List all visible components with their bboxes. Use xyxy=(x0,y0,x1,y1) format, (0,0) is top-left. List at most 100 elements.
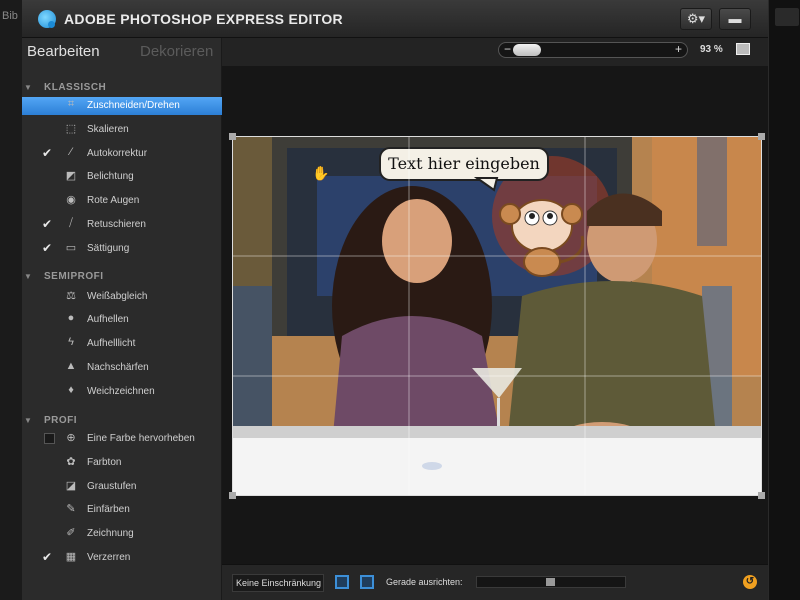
rotate-left-icon[interactable] xyxy=(335,575,349,589)
chevron-down-icon: ▼ xyxy=(24,83,33,92)
photoshop-express-logo-icon xyxy=(38,10,56,28)
sidebar-item-label: Aufhelllicht xyxy=(87,338,136,349)
sidebar-item-label: Sättigung xyxy=(87,243,130,254)
lightning-icon: ϟ xyxy=(68,336,74,348)
sidebar-item-skalieren[interactable]: ⬚ Skalieren xyxy=(22,121,222,139)
background-window-strip: Bib xyxy=(0,0,22,600)
speech-bubble-text: Text hier eingeben xyxy=(388,154,540,173)
checkmark-icon: ✔ xyxy=(42,217,53,231)
section-klassisch[interactable]: ▼ KLASSISCH xyxy=(24,82,107,93)
crop-handle[interactable] xyxy=(758,492,765,499)
sidebar-item-zuschneiden[interactable]: ⌗ Zuschneiden/Drehen xyxy=(22,97,222,115)
zoom-value: 93 % xyxy=(700,44,723,55)
sidebar-item-label: Weißabgleich xyxy=(87,291,148,302)
sidebar-item-label: Zeichnung xyxy=(87,528,134,539)
crop-handle[interactable] xyxy=(229,133,236,140)
sidebar-item-label: Skalieren xyxy=(87,124,129,135)
sidebar-item-label: Autokorrektur xyxy=(87,148,148,159)
photo-crop-area[interactable]: Text hier eingeben ✋ xyxy=(232,136,762,496)
sidebar-item-eine-farbe[interactable]: ⊕ Eine Farbe hervorheben xyxy=(22,430,222,448)
sidebar-item-label: Rote Augen xyxy=(87,195,140,206)
settings-button[interactable]: ⚙▾ xyxy=(680,8,712,30)
canvas-area: Text hier eingeben ✋ xyxy=(222,66,768,564)
zoom-in-button[interactable]: + xyxy=(675,42,682,56)
sidebar-item-saettigung[interactable]: ✔ ▭ Sättigung xyxy=(22,240,222,258)
background-title-fragment: Bib xyxy=(2,10,18,22)
fit-to-screen-icon[interactable] xyxy=(736,43,750,55)
tab-bearbeiten[interactable]: Bearbeiten xyxy=(27,43,100,60)
sidebar-item-label: Graustufen xyxy=(87,481,137,492)
sidebar-item-label: Weichzeichnen xyxy=(87,386,155,397)
crop-handle[interactable] xyxy=(229,492,236,499)
sidebar-item-label: Eine Farbe hervorheben xyxy=(87,433,195,444)
sidebar-item-label: Farbton xyxy=(87,457,122,468)
checkbox[interactable] xyxy=(44,433,55,444)
editor-window: ADOBE PHOTOSHOP EXPRESS EDITOR ⚙▾ ▬ Bear… xyxy=(22,0,768,600)
sharpen-icon: ▲ xyxy=(65,360,77,372)
background-tab xyxy=(775,8,799,26)
exposure-icon: ◩ xyxy=(65,170,77,182)
sidebar-item-belichtung[interactable]: ◩ Belichtung xyxy=(22,168,222,186)
crop-options-bar: Keine Einschränkung Gerade ausrichten: ↺ xyxy=(222,564,768,600)
straighten-slider-knob[interactable] xyxy=(546,578,555,586)
crosshair-icon: ⊕ xyxy=(66,432,76,444)
sidebar-item-aufhelllicht[interactable]: ϟ Aufhelllicht xyxy=(22,335,222,353)
section-klassisch-label: KLASSISCH xyxy=(44,82,107,93)
pencil-icon: ✐ xyxy=(66,527,76,539)
palette-icon: ✿ xyxy=(66,456,76,468)
sidebar-item-rote-augen[interactable]: ◉ Rote Augen xyxy=(22,192,222,210)
title-bar: ADOBE PHOTOSHOP EXPRESS EDITOR ⚙▾ ▬ xyxy=(22,0,768,38)
eye-icon: ◉ xyxy=(66,194,76,206)
checkmark-icon: ✔ xyxy=(42,550,53,564)
sidebar-item-weichzeichnen[interactable]: ♦ Weichzeichnen xyxy=(22,383,222,401)
section-profi[interactable]: ▼ PROFI xyxy=(24,415,77,426)
sidebar: Bearbeiten Dekorieren ▼ KLASSISCH ▼ SEMI… xyxy=(22,38,222,600)
checkmark-icon: ✔ xyxy=(42,241,53,255)
background-right-strip xyxy=(768,0,800,600)
zoom-slider-knob[interactable] xyxy=(513,44,541,56)
saturation-icon: ▭ xyxy=(65,242,77,254)
sidebar-tabs: Bearbeiten Dekorieren xyxy=(22,38,222,66)
sidebar-item-label: Belichtung xyxy=(87,171,134,182)
sidebar-item-autokorrektur[interactable]: ✔ ⁄ Autokorrektur xyxy=(22,145,222,163)
sidebar-item-farbton[interactable]: ✿ Farbton xyxy=(22,454,222,472)
photo-illustration: Text hier eingeben ✋ xyxy=(232,136,762,496)
gear-icon: ⚙▾ xyxy=(686,11,706,26)
sidebar-item-einfaerben[interactable]: ✎ Einfärben xyxy=(22,501,222,519)
constraint-select[interactable]: Keine Einschränkung xyxy=(232,574,324,592)
sidebar-item-label: Nachschärfen xyxy=(87,362,149,373)
sidebar-item-nachschaerfen[interactable]: ▲ Nachschärfen xyxy=(22,359,222,377)
fullscreen-icon: ▬ xyxy=(728,11,742,26)
crop-handle[interactable] xyxy=(758,133,765,140)
crop-icon: ⌗ xyxy=(67,98,75,110)
tab-dekorieren[interactable]: Dekorieren xyxy=(140,43,213,60)
chevron-down-icon: ▼ xyxy=(24,416,33,425)
sidebar-item-label: Verzerren xyxy=(87,552,131,563)
rotate-right-icon[interactable] xyxy=(360,575,374,589)
pipette-icon: ✎ xyxy=(66,503,76,515)
sidebar-item-label: Zuschneiden/Drehen xyxy=(87,100,180,111)
sidebar-item-verzerren[interactable]: ✔ ▦ Verzerren xyxy=(22,549,222,567)
fullscreen-button[interactable]: ▬ xyxy=(719,8,751,30)
sidebar-item-graustufen[interactable]: ◪ Graustufen xyxy=(22,478,222,496)
section-semiprofi[interactable]: ▼ SEMIPROFI xyxy=(24,271,104,282)
grayscale-icon: ◪ xyxy=(65,480,77,492)
straighten-label: Gerade ausrichten: xyxy=(386,577,463,587)
sidebar-item-label: Einfärben xyxy=(87,504,130,515)
sidebar-item-label: Retuschieren xyxy=(87,219,146,230)
zoom-out-button[interactable]: − xyxy=(504,42,511,56)
sidebar-item-retuschieren[interactable]: ✔ ⧸ Retuschieren xyxy=(22,216,222,234)
sidebar-item-label: Aufhellen xyxy=(87,314,129,325)
checkmark-icon: ✔ xyxy=(42,146,53,160)
sidebar-item-aufhellen[interactable]: ● Aufhellen xyxy=(22,311,222,329)
straighten-slider[interactable] xyxy=(476,576,626,588)
reset-icon[interactable]: ↺ xyxy=(743,575,757,589)
sidebar-item-zeichnung[interactable]: ✐ Zeichnung xyxy=(22,525,222,543)
resize-icon: ⬚ xyxy=(65,123,77,135)
drop-icon: ♦ xyxy=(68,384,74,396)
distort-icon: ▦ xyxy=(65,551,77,563)
bulb-icon: ● xyxy=(67,312,75,324)
sidebar-item-weissabgleich[interactable]: ⚖ Weißabgleich xyxy=(22,288,222,306)
zoom-slider[interactable]: − + xyxy=(498,42,688,58)
section-semiprofi-label: SEMIPROFI xyxy=(44,271,104,282)
